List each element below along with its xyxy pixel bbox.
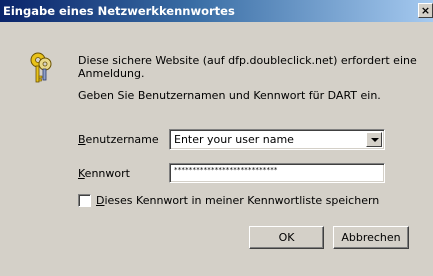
message-line-2: Anmeldung. [78,67,145,80]
password-label: Kennwort [78,167,130,180]
remember-password-checkbox[interactable] [78,194,91,207]
message-line-3: Geben Sie Benutzernamen und Kennwort für… [78,89,381,102]
username-value: Enter your user name [174,133,294,146]
remember-password-label[interactable]: Dieses Kennwort in meiner Kennwortliste … [96,194,379,207]
password-label-rest: ennwort [84,167,130,180]
chevron-down-icon[interactable] [366,132,382,147]
key-icon [30,52,52,83]
remember-rest: ieses Kennwort in meiner Kennwortliste s… [104,194,380,207]
close-icon: × [420,4,431,17]
close-button[interactable]: × [418,3,433,18]
message-line-1: Diese sichere Website (auf dfp.doublecli… [78,54,417,67]
cancel-button[interactable]: Abbrechen [333,226,409,249]
dialog-title: Eingabe eines Netzwerkkennwortes [3,4,235,18]
username-label-rest: enutzername [85,133,159,146]
username-label: Benutzername [78,133,159,146]
title-bar: Eingabe eines Netzwerkkennwortes × [0,0,433,22]
password-field[interactable]: **************************** [169,163,385,183]
ok-button[interactable]: OK [249,226,324,249]
password-label-accel: K [78,167,85,180]
username-label-accel: B [78,133,86,146]
password-value: **************************** [174,166,278,174]
username-combobox[interactable]: Enter your user name [169,129,385,150]
